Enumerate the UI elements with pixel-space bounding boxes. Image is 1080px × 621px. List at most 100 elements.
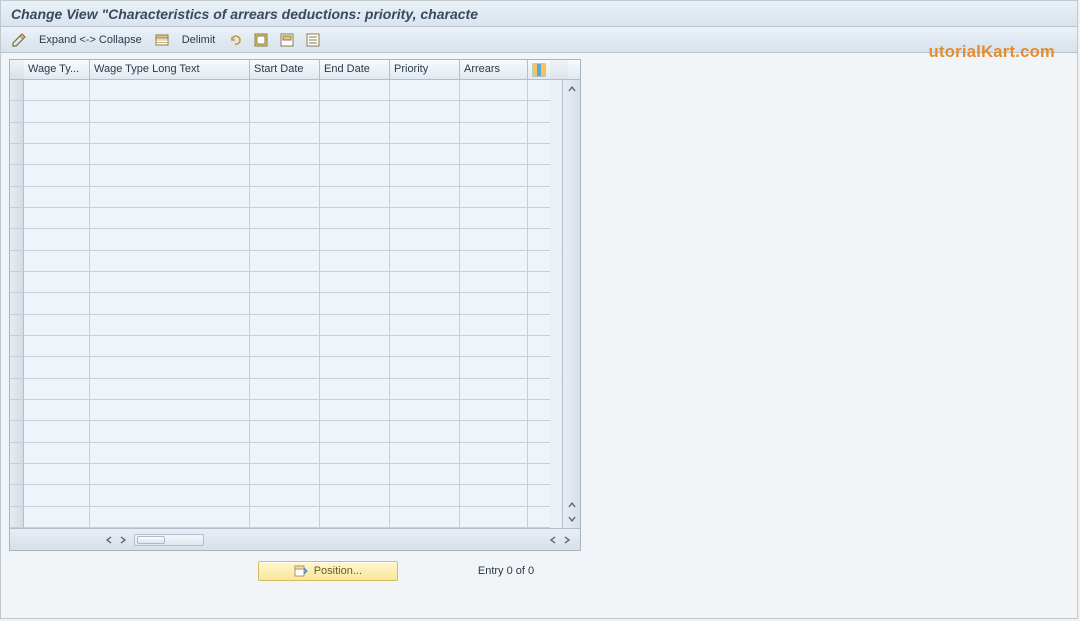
cell-start-date[interactable]	[250, 101, 320, 122]
col-header-start-date[interactable]: Start Date	[250, 60, 320, 79]
cell-end-date[interactable]	[320, 101, 390, 122]
cell-start-date[interactable]	[250, 379, 320, 400]
cell-start-date[interactable]	[250, 208, 320, 229]
cell-arrears[interactable]	[460, 101, 528, 122]
cell-wage-type-long[interactable]	[90, 485, 250, 506]
cell-priority[interactable]	[390, 293, 460, 314]
cell-end-date[interactable]	[320, 507, 390, 528]
table-row[interactable]	[10, 293, 562, 314]
cell-end-date[interactable]	[320, 464, 390, 485]
table-row[interactable]	[10, 485, 562, 506]
cell-arrears[interactable]	[460, 144, 528, 165]
row-selector[interactable]	[10, 101, 24, 122]
row-selector[interactable]	[10, 507, 24, 528]
cell-wage-type[interactable]	[24, 336, 90, 357]
hscroll-left-button[interactable]	[102, 533, 116, 547]
row-selector[interactable]	[10, 443, 24, 464]
cell-start-date[interactable]	[250, 165, 320, 186]
cell-arrears[interactable]	[460, 507, 528, 528]
undo-button[interactable]	[223, 30, 247, 50]
cell-wage-type-long[interactable]	[90, 315, 250, 336]
cell-wage-type-long[interactable]	[90, 421, 250, 442]
table-row[interactable]	[10, 272, 562, 293]
cell-arrears[interactable]	[460, 485, 528, 506]
cell-start-date[interactable]	[250, 485, 320, 506]
scroll-up-button-bottom[interactable]	[565, 498, 579, 512]
cell-arrears[interactable]	[460, 400, 528, 421]
row-selector[interactable]	[10, 400, 24, 421]
cell-wage-type-long[interactable]	[90, 165, 250, 186]
table-row[interactable]	[10, 229, 562, 250]
cell-priority[interactable]	[390, 272, 460, 293]
col-header-end-date[interactable]: End Date	[320, 60, 390, 79]
cell-arrears[interactable]	[460, 379, 528, 400]
table-row[interactable]	[10, 165, 562, 186]
cell-start-date[interactable]	[250, 400, 320, 421]
table-row[interactable]	[10, 251, 562, 272]
cell-arrears[interactable]	[460, 123, 528, 144]
hscroll-right-button[interactable]	[116, 533, 130, 547]
cell-start-date[interactable]	[250, 357, 320, 378]
cell-end-date[interactable]	[320, 421, 390, 442]
row-selector[interactable]	[10, 251, 24, 272]
cell-priority[interactable]	[390, 187, 460, 208]
cell-priority[interactable]	[390, 80, 460, 101]
cell-wage-type[interactable]	[24, 187, 90, 208]
cell-start-date[interactable]	[250, 336, 320, 357]
cell-priority[interactable]	[390, 144, 460, 165]
cell-arrears[interactable]	[460, 443, 528, 464]
row-selector[interactable]	[10, 187, 24, 208]
cell-priority[interactable]	[390, 165, 460, 186]
cell-start-date[interactable]	[250, 443, 320, 464]
overview-button[interactable]	[150, 30, 174, 50]
horizontal-scrollbar[interactable]	[10, 528, 580, 550]
table-row[interactable]	[10, 144, 562, 165]
row-selector[interactable]	[10, 208, 24, 229]
cell-wage-type[interactable]	[24, 507, 90, 528]
cell-wage-type[interactable]	[24, 293, 90, 314]
cell-wage-type[interactable]	[24, 400, 90, 421]
cell-wage-type[interactable]	[24, 485, 90, 506]
cell-end-date[interactable]	[320, 208, 390, 229]
cell-arrears[interactable]	[460, 464, 528, 485]
table-row[interactable]	[10, 507, 562, 528]
cell-priority[interactable]	[390, 315, 460, 336]
cell-arrears[interactable]	[460, 165, 528, 186]
table-row[interactable]	[10, 187, 562, 208]
table-row[interactable]	[10, 315, 562, 336]
table-row[interactable]	[10, 443, 562, 464]
cell-start-date[interactable]	[250, 315, 320, 336]
vertical-scrollbar[interactable]	[562, 80, 580, 528]
table-row[interactable]	[10, 464, 562, 485]
table-row[interactable]	[10, 101, 562, 122]
cell-wage-type-long[interactable]	[90, 293, 250, 314]
change-display-button[interactable]	[7, 30, 31, 50]
cell-wage-type[interactable]	[24, 379, 90, 400]
cell-wage-type-long[interactable]	[90, 464, 250, 485]
row-selector[interactable]	[10, 379, 24, 400]
cell-priority[interactable]	[390, 443, 460, 464]
cell-wage-type-long[interactable]	[90, 336, 250, 357]
cell-wage-type[interactable]	[24, 144, 90, 165]
col-header-priority[interactable]: Priority	[390, 60, 460, 79]
cell-wage-type-long[interactable]	[90, 229, 250, 250]
table-settings-button[interactable]	[528, 60, 550, 79]
cell-wage-type-long[interactable]	[90, 101, 250, 122]
row-selector[interactable]	[10, 144, 24, 165]
table-row[interactable]	[10, 208, 562, 229]
cell-wage-type-long[interactable]	[90, 187, 250, 208]
cell-arrears[interactable]	[460, 336, 528, 357]
cell-end-date[interactable]	[320, 357, 390, 378]
scroll-down-button[interactable]	[565, 512, 579, 526]
cell-arrears[interactable]	[460, 421, 528, 442]
cell-priority[interactable]	[390, 400, 460, 421]
col-header-wage-type-long[interactable]: Wage Type Long Text	[90, 60, 250, 79]
cell-wage-type[interactable]	[24, 315, 90, 336]
cell-wage-type[interactable]	[24, 208, 90, 229]
table-row[interactable]	[10, 400, 562, 421]
cell-priority[interactable]	[390, 485, 460, 506]
position-button[interactable]: Position...	[258, 561, 398, 581]
cell-end-date[interactable]	[320, 293, 390, 314]
row-selector[interactable]	[10, 165, 24, 186]
cell-priority[interactable]	[390, 464, 460, 485]
